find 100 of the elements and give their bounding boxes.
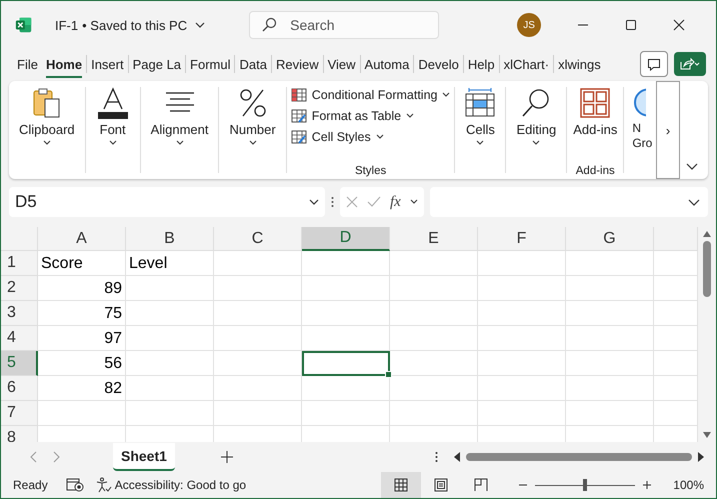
table-cell: Level xyxy=(126,251,214,276)
ribbon-button[interactable]: N Gro xyxy=(628,85,656,153)
share-button[interactable] xyxy=(674,52,706,76)
chevron-down-icon[interactable] xyxy=(195,21,206,29)
save-status[interactable]: • Saved to this PC xyxy=(82,18,188,32)
column-header[interactable]: G xyxy=(566,227,654,251)
scrollbar-thumb[interactable] xyxy=(466,453,692,461)
more-options-icon[interactable] xyxy=(435,451,438,463)
column-header[interactable]: F xyxy=(478,227,566,251)
status-text: Ready xyxy=(13,478,48,492)
ribbon-tab[interactable]: Formul xyxy=(186,52,234,76)
chevron-down-icon xyxy=(442,92,450,98)
magnifier-icon xyxy=(521,87,552,119)
ribbon-button[interactable]: Cell Styles xyxy=(290,129,450,145)
formula-input[interactable] xyxy=(430,187,708,217)
row-header[interactable]: 8 xyxy=(1,426,38,442)
ribbon-tab[interactable]: Review xyxy=(272,52,323,76)
scroll-up-icon[interactable] xyxy=(703,231,711,237)
row-header[interactable]: 3 xyxy=(1,301,38,326)
macro-record-icon[interactable] xyxy=(66,478,84,492)
scroll-right-icon[interactable] xyxy=(698,452,704,462)
table-cell: 82 xyxy=(38,376,126,401)
comment-icon xyxy=(647,58,661,70)
zoom-slider[interactable] xyxy=(535,478,636,492)
row-header[interactable]: 7 xyxy=(1,401,38,426)
ribbon-tab[interactable]: File xyxy=(13,52,42,76)
group-label: Add-ins xyxy=(576,165,615,177)
ribbon-scroll-button[interactable]: › xyxy=(656,81,680,179)
comments-button[interactable] xyxy=(640,51,668,77)
ribbon-tab[interactable]: Page La xyxy=(128,52,186,76)
ribbon-button[interactable]: Conditional Formatting xyxy=(290,87,450,103)
scroll-left-icon[interactable] xyxy=(454,452,460,462)
ribbon-tab[interactable]: Develo xyxy=(414,52,463,76)
column-header[interactable]: C xyxy=(214,227,302,251)
table-cell: 89 xyxy=(38,276,126,301)
ribbon-button[interactable]: Clipboard xyxy=(13,85,81,153)
horizontal-scrollbar[interactable] xyxy=(454,449,704,465)
plus-icon[interactable] xyxy=(220,451,233,463)
ribbon-button[interactable]: Editing xyxy=(510,85,562,153)
column-header[interactable]: A xyxy=(38,227,126,251)
row-header[interactable]: 2 xyxy=(1,276,38,301)
check-icon[interactable] xyxy=(367,196,381,208)
chevron-down-icon xyxy=(688,198,700,206)
row-header[interactable]: 1 xyxy=(1,251,38,276)
ribbon-tab[interactable]: View xyxy=(324,52,360,76)
chevron-down-icon xyxy=(376,134,384,140)
user-avatar[interactable]: JS xyxy=(517,13,542,37)
ribbon-button[interactable]: Alignment xyxy=(144,85,214,153)
table-cell: 56 xyxy=(38,351,126,376)
insert-function-button[interactable]: fx xyxy=(390,194,401,210)
ribbon-button[interactable]: Cells xyxy=(459,85,502,153)
accessibility-status[interactable]: Accessibility: Good to go xyxy=(96,477,246,493)
ribbon-button[interactable]: Font xyxy=(90,85,136,153)
row-header[interactable]: 5 xyxy=(1,351,38,376)
column-header[interactable]: E xyxy=(390,227,478,251)
zoom-level[interactable]: 100% xyxy=(673,478,704,492)
ribbon-button[interactable]: Number xyxy=(223,85,282,153)
chevron-left-icon[interactable] xyxy=(29,451,37,463)
zoom-in-icon[interactable] xyxy=(643,481,652,489)
ribbon-tab[interactable]: Automa xyxy=(360,52,414,76)
ribbon-tab[interactable]: xlChart· xyxy=(500,52,554,76)
chevron-down-icon xyxy=(248,140,257,146)
cell-styles-icon xyxy=(290,129,307,145)
column-header[interactable]: D xyxy=(302,227,390,251)
page-break-icon xyxy=(474,478,488,492)
ribbon-tab[interactable]: Insert xyxy=(87,52,128,76)
cells-icon xyxy=(465,87,496,119)
ribbon-tab[interactable]: Home xyxy=(42,52,86,76)
chevron-down-icon xyxy=(532,140,540,146)
conditional-format-icon xyxy=(290,87,307,103)
chevron-down-icon xyxy=(42,140,51,146)
table-cell: 97 xyxy=(38,326,126,351)
sheet-tab[interactable]: Sheet1 xyxy=(113,443,175,471)
name-box[interactable]: D5 xyxy=(9,187,325,217)
row-header[interactable]: 6 xyxy=(1,376,38,401)
clipboard-icon xyxy=(32,87,62,119)
close-icon[interactable] xyxy=(673,19,686,31)
ribbon-tab[interactable]: Data xyxy=(235,52,271,76)
chevron-right-icon[interactable] xyxy=(53,451,61,463)
grid-squares-icon xyxy=(580,87,610,119)
scrollbar-thumb[interactable] xyxy=(703,241,711,297)
accessibility-icon xyxy=(96,477,112,493)
search-field[interactable]: Search xyxy=(249,11,440,39)
ribbon-tab[interactable]: Help xyxy=(464,52,499,76)
scroll-down-icon[interactable] xyxy=(703,432,711,438)
ribbon-tab[interactable]: xlwings xyxy=(554,52,605,76)
row-header[interactable]: 4 xyxy=(1,326,38,351)
ribbon-button[interactable]: Add-ins xyxy=(571,85,620,153)
more-options-icon[interactable] xyxy=(331,196,334,208)
grid-icon xyxy=(394,478,408,492)
zoom-slider-thumb[interactable] xyxy=(583,479,588,491)
active-cell[interactable] xyxy=(302,351,390,376)
chevron-down-icon xyxy=(406,113,414,119)
ribbon-button[interactable]: Format as Table xyxy=(290,108,450,124)
chevron-down-icon xyxy=(309,199,319,205)
column-header[interactable]: B xyxy=(126,227,214,251)
normal-view-button[interactable] xyxy=(381,472,422,498)
chevron-down-icon[interactable] xyxy=(686,163,698,171)
percent-icon xyxy=(238,87,267,119)
maximize-icon[interactable] xyxy=(625,19,638,31)
